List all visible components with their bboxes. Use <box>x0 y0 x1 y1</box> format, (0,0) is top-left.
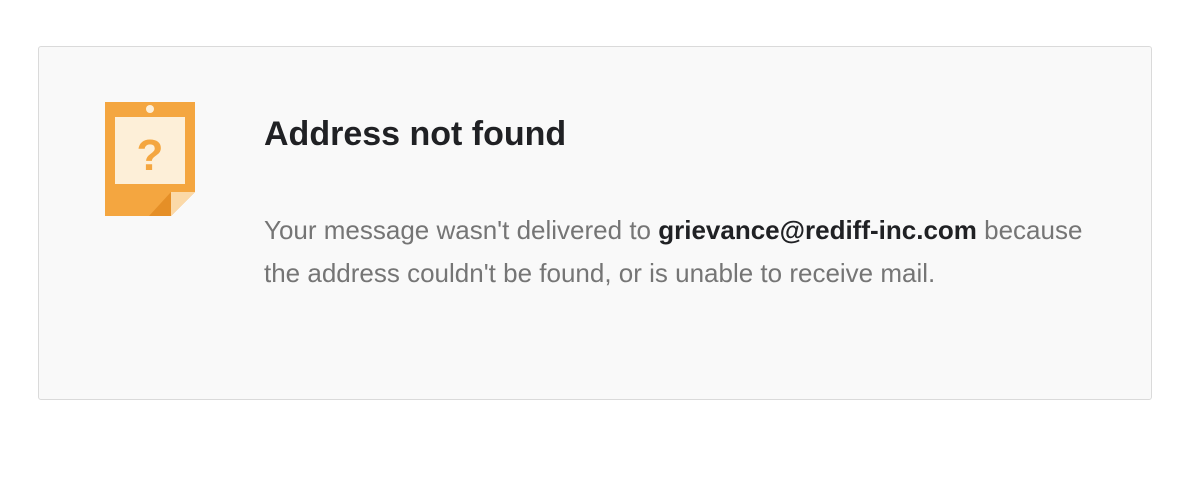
delivery-failure-message: Your message wasn't delivered to grievan… <box>264 209 1084 295</box>
bounce-notice-card: ? Address not found Your message wasn't … <box>38 46 1152 400</box>
question-note-icon: ? <box>105 102 195 216</box>
page-title: Address not found <box>264 115 567 153</box>
message-text-before: Your message wasn't delivered to <box>264 215 659 245</box>
svg-text:?: ? <box>137 131 164 180</box>
recipient-address: grievance@rediff-inc.com <box>658 215 977 245</box>
